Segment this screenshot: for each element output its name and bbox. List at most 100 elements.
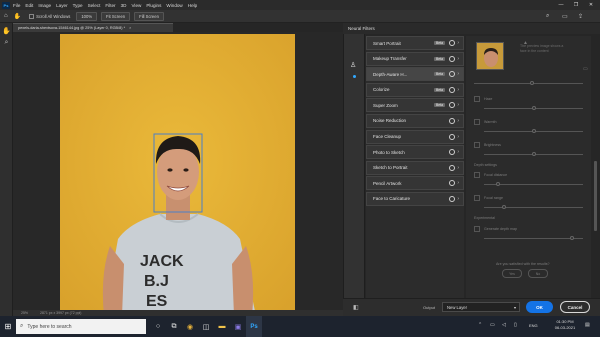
maximize-button[interactable]: ❐ [570,0,582,10]
fill-screen-button[interactable]: Fill Screen [134,11,164,21]
store-icon[interactable]: ◫ [198,316,214,337]
filter-toggle[interactable] [449,102,455,109]
menu-type[interactable]: Type [73,3,83,8]
document-image[interactable]: JACK B.J ES [60,34,295,316]
chevron-right-icon: › [457,149,459,156]
filter-toggle[interactable] [449,133,455,140]
layer-preview-icon[interactable]: ◧ [353,304,359,311]
app-icon[interactable]: ▣ [230,316,246,337]
filter-pencil-artwork[interactable]: Pencil Artwork › [366,176,464,191]
filter-smart-portrait[interactable]: Smart Portrait Beta › [366,36,464,50]
beta-badge: Beta [434,72,445,77]
filter-toggle[interactable] [449,117,455,124]
task-view-icon[interactable]: ⧉ [166,316,182,337]
filter-photo-to-sketch[interactable]: Photo to Sketch › [366,145,464,160]
checkbox[interactable] [474,142,480,148]
checkbox[interactable] [474,172,480,178]
windows-start-icon[interactable]: ⊞ [0,316,16,337]
warmth-slider-knob[interactable] [532,129,536,133]
cortana-icon[interactable]: ○ [150,316,166,337]
menu-window[interactable]: Window [166,3,182,8]
menu-help[interactable]: Help [188,3,197,8]
menu-3d[interactable]: 3D [121,3,127,8]
yes-button[interactable]: Yes [502,269,522,278]
filter-toggle[interactable] [449,180,455,187]
no-button[interactable]: No [528,269,548,278]
zoom-tool-icon[interactable]: ⌕ [2,38,11,47]
filter-face-to-caricature[interactable]: Face to Caricature › [366,191,464,206]
clock-date: 06-03-2021 [554,325,576,330]
chevron-right-icon: › [457,71,459,78]
filter-super-zoom[interactable]: Super Zoom Beta › [366,98,464,113]
menu-filter[interactable]: Filter [105,3,115,8]
focal-range-slider-track[interactable] [484,207,583,208]
tray-chevron-up-icon[interactable]: ⌃ [478,322,482,328]
network-icon[interactable]: ▭ [490,322,495,328]
filter-toggle[interactable] [449,164,455,171]
share-icon[interactable]: ⇪ [578,13,583,20]
checkbox[interactable] [474,226,480,232]
battery-icon[interactable]: ▯ [514,322,517,328]
depth-slider-track[interactable] [484,238,583,239]
home-icon[interactable]: ⌂ [4,13,8,19]
focal-distance-slider-knob[interactable] [496,182,500,186]
slider-knob[interactable] [530,81,534,85]
minimize-button[interactable]: — [555,0,567,10]
filter-depth-aware-haze[interactable]: Depth-Aware H... Beta › [366,67,464,82]
close-window-button[interactable]: ✕ [585,0,597,10]
scroll-thumb[interactable] [593,161,597,231]
satisfaction-question: Are you satisfied with the results? [496,262,550,266]
svg-text:ES: ES [146,293,168,310]
filter-toggle[interactable] [449,86,455,93]
filter-toggle[interactable] [449,40,455,46]
menu-select[interactable]: Select [88,3,101,8]
menu-edit[interactable]: Edit [25,3,33,8]
menu-view[interactable]: View [131,3,141,8]
cancel-button[interactable]: Cancel [560,301,590,313]
filter-toggle[interactable] [449,149,455,156]
checkbox[interactable] [474,119,480,125]
search-icon[interactable]: ⌕ [546,13,549,20]
filter-face-cleanup[interactable]: Face Cleanup › [366,129,464,144]
taskbar-search[interactable]: ⌕ Type here to search [16,319,146,334]
photoshop-taskbar-icon[interactable]: Ps [246,316,262,337]
fit-screen-button[interactable]: Fit Screen [101,11,131,21]
filter-makeup-transfer[interactable]: Makeup Transfer Beta › [366,51,464,66]
slider-track[interactable] [474,83,583,84]
zoom-100-button[interactable]: 100% [76,11,98,21]
menu-plugins[interactable]: Plugins [146,3,161,8]
volume-icon[interactable]: ◁ [502,322,506,328]
filter-toggle[interactable] [449,55,455,62]
checkbox[interactable] [474,96,480,102]
output-select[interactable]: New Layer ▾ [442,302,520,312]
checkbox[interactable] [474,195,480,201]
hand-tool-icon[interactable]: ✋ [14,13,21,20]
settings-scrollbar[interactable] [593,36,597,298]
filter-colorize[interactable]: Colorize Beta › [366,82,464,97]
filter-toggle[interactable] [449,195,455,202]
hand-tool-icon[interactable]: ✋ [2,26,11,35]
file-explorer-icon[interactable]: ▬ [214,316,230,337]
menu-layer[interactable]: Layer [56,3,68,8]
clock[interactable]: 01:30 PM 06-03-2021 [550,319,580,331]
scroll-all-checkbox[interactable] [29,13,35,19]
depth-slider-knob[interactable] [570,236,574,240]
portrait-panel-icon[interactable]: ♙ [350,61,356,69]
menu-file[interactable]: File [13,3,20,8]
filter-sketch-to-portrait[interactable]: Sketch to Portrait › [366,160,464,175]
filter-toggle[interactable] [449,71,455,78]
workspace-icon[interactable]: ▭ [562,13,568,20]
notifications-icon[interactable]: ▤ [585,322,590,328]
chrome-icon[interactable]: ◉ [182,316,198,337]
compare-icon[interactable]: ▭ [583,66,588,72]
haze-slider-knob[interactable] [532,106,536,110]
close-tab-icon[interactable]: × [129,26,131,30]
filter-noise-reduction[interactable]: Noise Reduction › [366,113,464,128]
filter-label: Face to Caricature [373,196,411,202]
language-indicator[interactable]: ENG [529,323,538,328]
menu-image[interactable]: Image [38,3,51,8]
brightness-slider-knob[interactable] [532,152,536,156]
document-tab[interactable]: pexels-daria-shevtsova-1546144.jpg @ 25%… [13,23,173,32]
focal-range-slider-knob[interactable] [502,205,506,209]
ok-button[interactable]: OK [526,301,553,313]
